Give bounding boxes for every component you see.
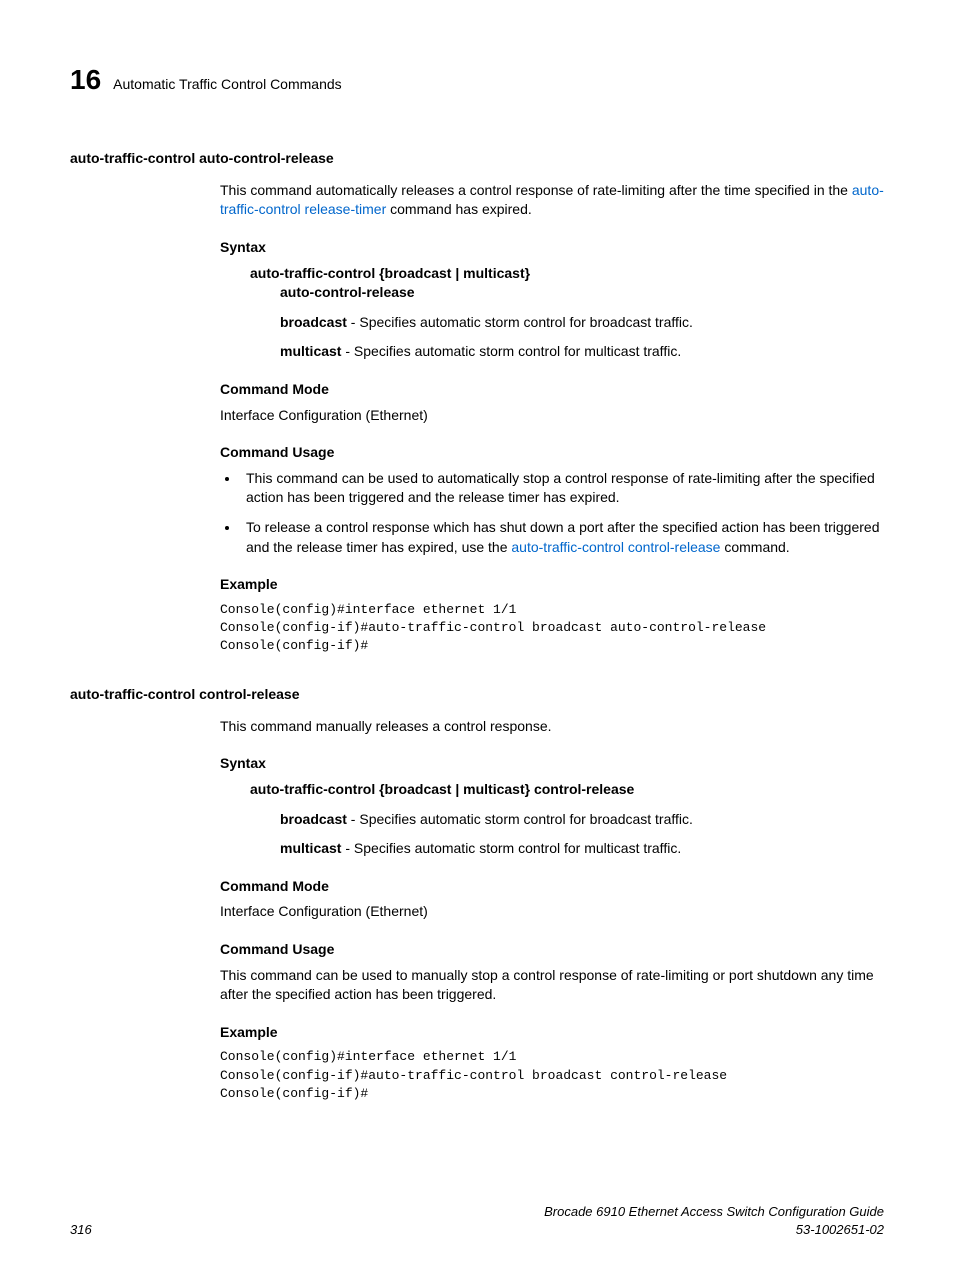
mode-heading: Command Mode (220, 877, 884, 897)
page-footer: 316 Brocade 6910 Ethernet Access Switch … (70, 1203, 884, 1239)
syntax-line: auto-traffic-control {broadcast | multic… (250, 780, 884, 800)
example-code: Console(config)#interface ethernet 1/1 C… (220, 601, 884, 656)
list-item: To release a control response which has … (240, 518, 884, 557)
param-name: multicast (280, 343, 341, 359)
usage-list: This command can be used to automaticall… (220, 469, 884, 557)
command-description: This command manually releases a control… (220, 717, 884, 737)
page-header: 16 Automatic Traffic Control Commands (70, 60, 884, 99)
doc-title: Brocade 6910 Ethernet Access Switch Conf… (544, 1203, 884, 1221)
usage-text-b: command. (720, 539, 789, 555)
syntax-subline: auto-control-release (280, 283, 884, 303)
section-title: auto-traffic-control auto-control-releas… (70, 149, 884, 169)
list-item: This command can be used to automaticall… (240, 469, 884, 508)
doc-number: 53-1002651-02 (544, 1221, 884, 1239)
example-heading: Example (220, 1023, 884, 1043)
param-name: broadcast (280, 811, 347, 827)
syntax-heading: Syntax (220, 754, 884, 774)
param-desc: - Specifies automatic storm control for … (347, 314, 693, 330)
param-broadcast: broadcast - Specifies automatic storm co… (280, 313, 884, 333)
usage-text: This command can be used to manually sto… (220, 966, 884, 1005)
chapter-number: 16 (70, 60, 101, 99)
param-name: broadcast (280, 314, 347, 330)
example-code: Console(config)#interface ethernet 1/1 C… (220, 1048, 884, 1103)
control-release-link[interactable]: auto-traffic-control control-release (511, 539, 720, 555)
desc-text-a: This command automatically releases a co… (220, 182, 852, 198)
desc-text-b: command has expired. (386, 201, 532, 217)
section-title: auto-traffic-control control-release (70, 685, 884, 705)
syntax-heading: Syntax (220, 238, 884, 258)
footer-right: Brocade 6910 Ethernet Access Switch Conf… (544, 1203, 884, 1239)
page-number: 316 (70, 1221, 92, 1239)
mode-text: Interface Configuration (Ethernet) (220, 406, 884, 426)
param-name: multicast (280, 840, 341, 856)
syntax-line: auto-traffic-control {broadcast | multic… (250, 264, 884, 284)
mode-text: Interface Configuration (Ethernet) (220, 902, 884, 922)
syntax-block: auto-traffic-control {broadcast | multic… (250, 264, 884, 303)
param-desc: - Specifies automatic storm control for … (341, 840, 681, 856)
usage-heading: Command Usage (220, 940, 884, 960)
param-desc: - Specifies automatic storm control for … (347, 811, 693, 827)
param-multicast: multicast - Specifies automatic storm co… (280, 839, 884, 859)
param-desc: - Specifies automatic storm control for … (341, 343, 681, 359)
example-heading: Example (220, 575, 884, 595)
param-multicast: multicast - Specifies automatic storm co… (280, 342, 884, 362)
param-broadcast: broadcast - Specifies automatic storm co… (280, 810, 884, 830)
mode-heading: Command Mode (220, 380, 884, 400)
syntax-block: auto-traffic-control {broadcast | multic… (250, 780, 884, 800)
chapter-title: Automatic Traffic Control Commands (113, 75, 342, 95)
command-description: This command automatically releases a co… (220, 181, 884, 220)
usage-heading: Command Usage (220, 443, 884, 463)
